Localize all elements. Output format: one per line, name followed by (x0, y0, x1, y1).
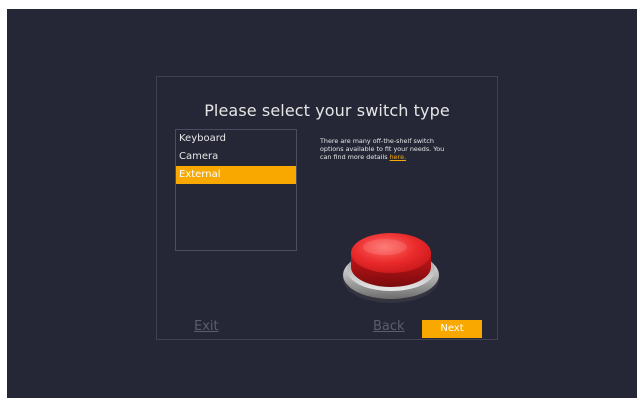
list-item-external[interactable]: External (176, 166, 296, 184)
exit-link[interactable]: Exit (194, 319, 219, 334)
app-screen: Please select your switch type Keyboard … (7, 9, 637, 398)
list-item-keyboard[interactable]: Keyboard (176, 130, 296, 148)
switch-type-list: Keyboard Camera External (175, 129, 297, 251)
red-push-button-icon (339, 217, 443, 311)
back-link[interactable]: Back (373, 319, 405, 334)
switch-description: There are many off-the-shelf switch opti… (320, 137, 455, 161)
switch-type-dialog: Please select your switch type Keyboard … (156, 76, 498, 340)
details-link[interactable]: here. (390, 153, 406, 161)
list-item-camera[interactable]: Camera (176, 148, 296, 166)
description-text: There are many off-the-shelf switch opti… (320, 137, 445, 161)
dialog-title: Please select your switch type (204, 101, 450, 120)
next-button[interactable]: Next (422, 320, 482, 338)
